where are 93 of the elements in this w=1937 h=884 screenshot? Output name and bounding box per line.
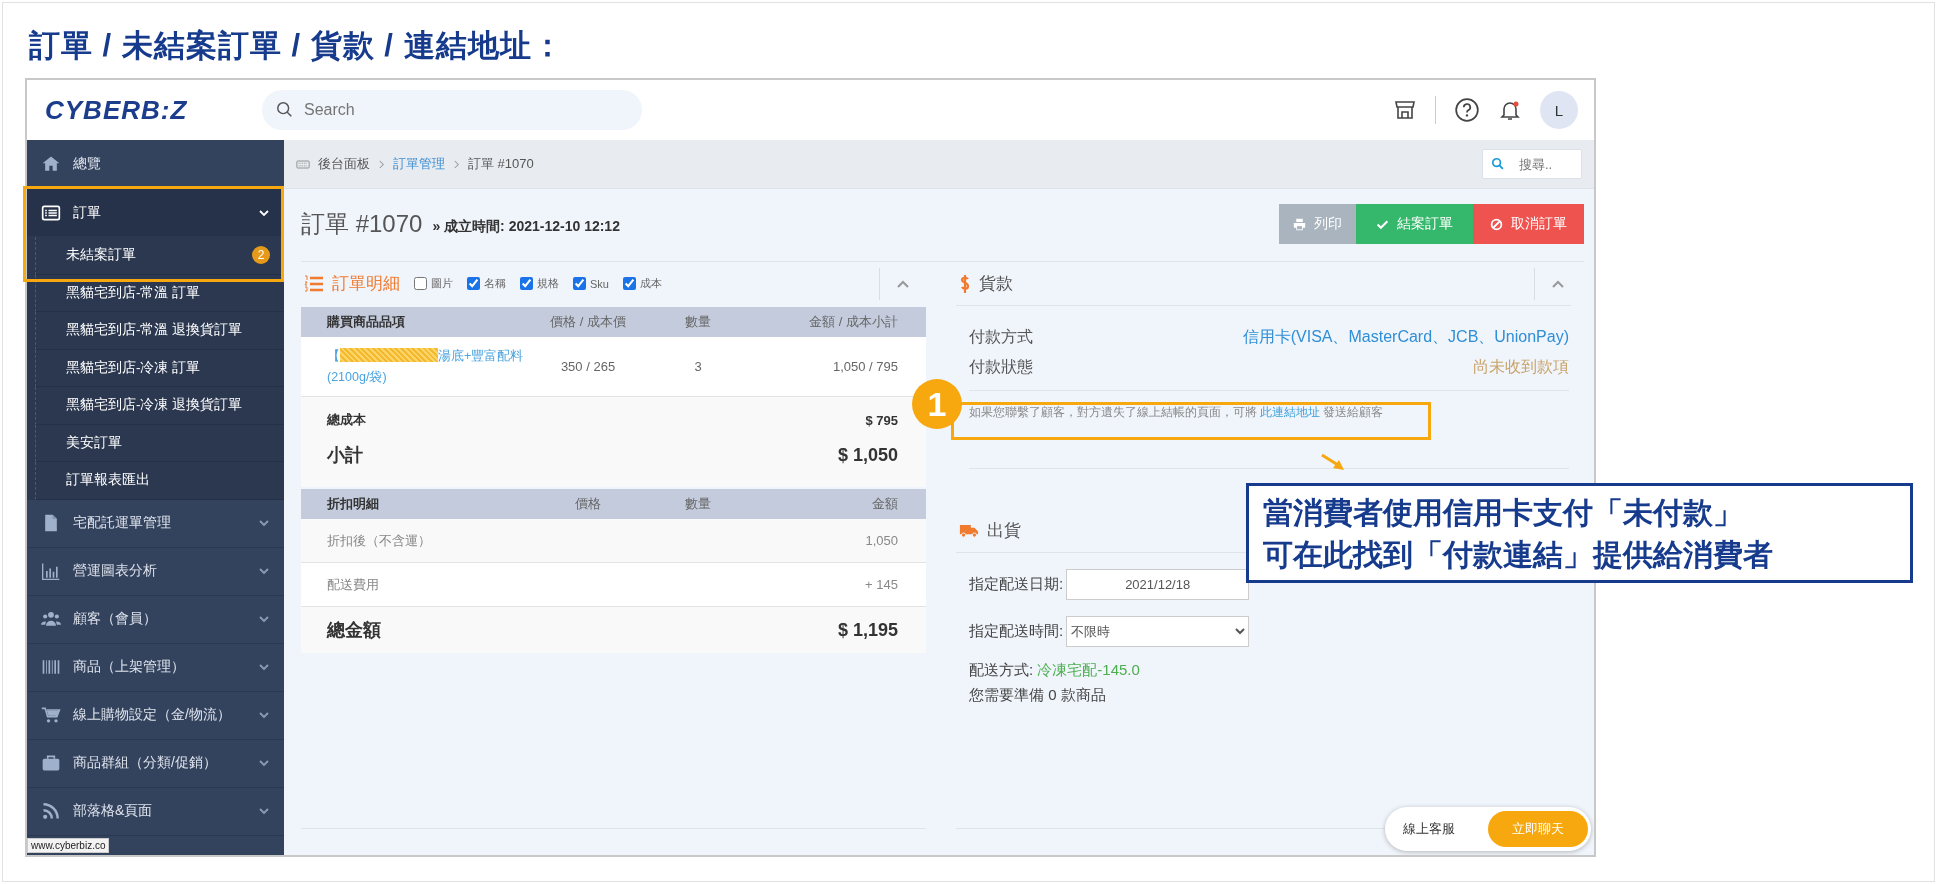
sidebar-subitem[interactable]: 訂單報表匯出 — [35, 462, 284, 500]
summary-value: $ 1,050 — [837, 444, 898, 466]
truck-icon — [959, 523, 979, 538]
summary-value: $ 795 — [865, 412, 898, 428]
column-header: 數量 — [684, 313, 712, 331]
home-icon — [41, 154, 61, 174]
order-created-time: » 成立時間: 2021-12-10 12:12 — [432, 218, 620, 236]
sidebar-subitem[interactable]: 黑貓宅到店-常溫 訂單 — [35, 274, 284, 312]
callout-text: 當消費者使用信用卡支付「未付款」 — [1263, 495, 1744, 531]
field-label: 指定配送日期: — [969, 575, 1064, 594]
table-cell-text: 350 / 265 — [559, 359, 617, 374]
search-field[interactable]: 搜尋.. — [1482, 149, 1582, 179]
summary-label: 小計 — [327, 444, 363, 467]
sidebar-item[interactable]: 線上購物設定（金/物流） — [27, 691, 284, 740]
time-dropdown[interactable]: 不限時 — [1066, 616, 1250, 647]
table-cell-text: 3 — [693, 359, 703, 374]
section-title: 訂單明細 — [332, 273, 400, 295]
column-header: 折扣明細 — [327, 495, 380, 513]
checkbox-label: 名稱 — [484, 276, 506, 291]
dollar-icon — [959, 273, 971, 294]
field-label: 指定配送時間: — [969, 622, 1064, 641]
cart-icon — [41, 705, 61, 725]
row-label: 配送費用 — [327, 575, 379, 594]
column-header: 價格 / 成本價 — [549, 313, 627, 331]
arrow-icon — [1321, 453, 1345, 471]
logo: CYBERB:Z — [44, 94, 189, 126]
rss-icon — [41, 801, 61, 821]
order-title: 訂單 #1070 — [301, 209, 423, 239]
status-url: www.cyberbiz.co — [27, 838, 110, 853]
search-field[interactable]: Search — [262, 90, 642, 130]
section-title: 出貨 — [987, 520, 1021, 542]
sidebar-item[interactable]: 宅配託運單管理 — [27, 499, 284, 548]
bar-chart-icon — [41, 561, 61, 581]
ban-icon — [1490, 217, 1503, 231]
prepare-count: 您需要準備 0 款商品 — [968, 686, 1107, 705]
storefront-icon — [1393, 98, 1417, 122]
chevron-right-icon — [378, 159, 385, 169]
checkbox-label: Sku — [590, 277, 609, 290]
numbered-list-icon — [304, 274, 324, 293]
column-header: 數量 — [684, 495, 712, 513]
table-cell-text: 1,050 / 795 — [831, 359, 898, 374]
sidebar-subitem[interactable]: 美安訂單 — [35, 424, 284, 462]
row-label: 折扣後（不含運） — [327, 531, 431, 550]
shipping-method: 配送方式: 冷凍宅配-145.0 — [968, 661, 1141, 680]
summary-label: 總成本 — [327, 411, 366, 429]
callout-text: 可在此找到「付款連結」提供給消費者 — [1263, 537, 1774, 573]
sidebar-subitem[interactable]: 黑貓宅到店-常溫 退換貨訂單 — [35, 312, 284, 350]
barcode-icon — [41, 657, 61, 677]
sidebar-subitem[interactable]: 未結案訂單 2 — [35, 237, 284, 275]
column-header: 價格 — [574, 495, 602, 513]
chat-label: 線上客服 — [1403, 820, 1455, 838]
breadcrumb-item: 訂單 #1070 — [468, 155, 534, 173]
column-header: 金額 / 成本小計 — [808, 313, 898, 331]
sidebar-item[interactable]: 顧客（會員） — [27, 595, 284, 644]
printer-icon — [1293, 217, 1306, 231]
row-value: 1,050 — [865, 533, 898, 548]
payment-method: 信用卡(VISA、MasterCard、JCB、UnionPay) — [1242, 326, 1569, 347]
briefcase-icon — [41, 753, 61, 773]
sidebar-item[interactable]: 訂單 — [27, 189, 284, 237]
field-label: 付款方式 — [969, 326, 1033, 347]
total-label: 總金額 — [327, 619, 381, 642]
date-field[interactable]: 2021/12/18 — [1066, 569, 1250, 600]
avatar[interactable]: L — [1540, 91, 1578, 129]
checkbox[interactable] — [622, 277, 636, 290]
row-value: + 145 — [865, 577, 898, 592]
sidebar-item[interactable]: 商品（上架管理） — [27, 643, 284, 692]
column-header: 購買商品品項 — [327, 313, 406, 331]
sidebar-subitem[interactable]: 黑貓宅到店-冷凍 訂單 — [35, 349, 284, 387]
checkbox[interactable] — [573, 277, 586, 290]
checkbox-label: 成本 — [639, 276, 662, 291]
checkbox[interactable] — [520, 277, 533, 290]
checkbox-label: 圖片 — [431, 276, 453, 291]
payment-status: 尚未收到款項 — [1473, 356, 1569, 377]
checkbox[interactable] — [414, 277, 427, 290]
chevron-right-icon — [453, 159, 460, 169]
keyboard-icon — [296, 158, 310, 170]
section-title: 貨款 — [979, 273, 1013, 295]
sidebar-item[interactable]: 商品群組（分類/促銷） — [27, 739, 284, 788]
total-value: $ 1,195 — [837, 619, 898, 641]
chevron-up-icon[interactable] — [1551, 278, 1565, 289]
chevron-up-icon[interactable] — [896, 278, 910, 289]
column-header: 金額 — [871, 495, 898, 513]
users-icon — [41, 609, 61, 629]
sidebar-item[interactable]: 部落格&頁面 — [27, 787, 284, 836]
sidebar-item[interactable]: 營運圖表分析 — [27, 547, 284, 596]
checkbox[interactable] — [467, 277, 480, 290]
breadcrumb-item: 後台面板 — [318, 155, 370, 173]
help-icon — [1454, 97, 1480, 123]
field-label: 付款狀態 — [969, 356, 1033, 377]
sidebar-subitem[interactable]: 黑貓宅到店-冷凍 退換貨訂單 — [35, 387, 284, 425]
page-heading: 訂單 / 未結案訂單 / 貨款 / 連結地址： — [29, 27, 564, 65]
checkbox-label: 規格 — [537, 276, 559, 291]
count-badge: 2 — [252, 246, 270, 265]
